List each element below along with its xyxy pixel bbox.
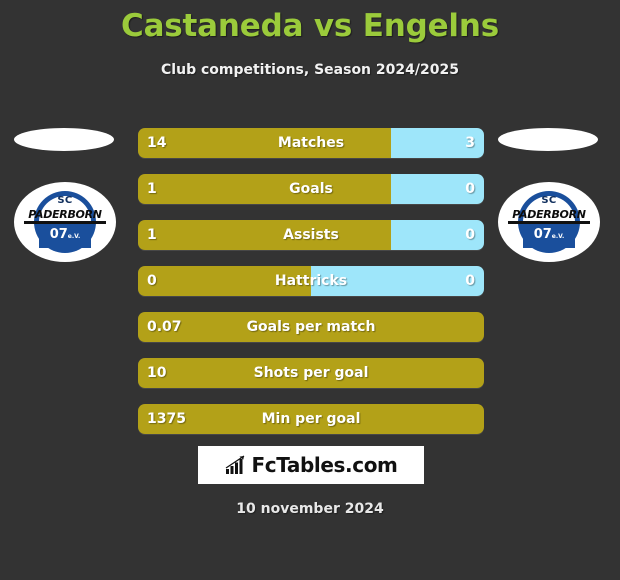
home-crest-year: 07e.V. (34, 227, 96, 242)
stat-row: 1 0 Assists (138, 220, 484, 250)
home-team-logo-column: SC PADERBORN 07e.V. (8, 125, 128, 265)
away-stat-value: 0 (465, 181, 475, 197)
fctables-brand-text: FcTables.com (251, 453, 398, 477)
stat-bars-list: 14 3 Matches 1 0 Goals 1 0 Assists 0 0 Hattricks 0.0… (138, 128, 484, 450)
away-crest-suffix: e.V. (551, 233, 565, 240)
generation-date: 10 november 2024 (236, 501, 384, 517)
home-stat-value: 0 (147, 273, 157, 289)
home-team-badge-placeholder-icon (14, 128, 114, 151)
home-stat-value: 1 (147, 227, 157, 243)
away-team-logo-column: SC PADERBORN 07e.V. (492, 125, 612, 265)
stat-label: Assists (283, 227, 339, 243)
home-stat-value: 1 (147, 181, 157, 197)
stat-row: 1 0 Goals (138, 174, 484, 204)
page-subtitle: Club competitions, Season 2024/2025 (161, 62, 459, 78)
home-stat-value: 1375 (147, 411, 186, 427)
stat-label: Goals per match (246, 319, 376, 335)
home-stat-value: 14 (147, 135, 167, 151)
away-stat-value: 3 (465, 135, 475, 151)
stat-comparison-page: Castaneda vs Engelns Club competitions, … (0, 0, 620, 580)
away-crest-sc-text: SC (541, 195, 557, 206)
home-crest-divider (24, 221, 106, 224)
stat-label: Min per goal (261, 411, 361, 427)
stat-label: Shots per goal (253, 365, 369, 381)
fctables-brand-logo[interactable]: FcTables.com (198, 446, 424, 484)
home-crest-suffix: e.V. (67, 233, 81, 240)
away-crest-year: 07e.V. (518, 227, 580, 242)
away-stat-value: 0 (465, 273, 475, 289)
away-stat-value: 0 (465, 227, 475, 243)
away-team-crest: SC PADERBORN 07e.V. (498, 182, 600, 262)
away-crest-year-text: 07 (533, 227, 552, 242)
stat-label: Matches (277, 135, 345, 151)
home-crest-sc-text: SC (57, 195, 73, 206)
page-title: Castaneda vs Engelns (121, 8, 499, 44)
away-crest-club-name: PADERBORN (512, 208, 586, 221)
home-stat-value: 0.07 (147, 319, 182, 335)
bar-chart-growth-icon (225, 455, 244, 474)
home-crest-year-text: 07 (49, 227, 68, 242)
away-team-badge-placeholder-icon (498, 128, 598, 151)
stat-row: 10 Shots per goal (138, 358, 484, 388)
away-crest-divider (508, 221, 590, 224)
home-crest-club-name: PADERBORN (28, 208, 102, 221)
home-stat-value: 10 (147, 365, 167, 381)
stat-row: 14 3 Matches (138, 128, 484, 158)
home-team-crest: SC PADERBORN 07e.V. (14, 182, 116, 262)
stat-row: 1375 Min per goal (138, 404, 484, 434)
away-crest-inner: SC PADERBORN 07e.V. (508, 191, 590, 253)
stat-row: 0 0 Hattricks (138, 266, 484, 296)
home-crest-inner: SC PADERBORN 07e.V. (24, 191, 106, 253)
stat-row: 0.07 Goals per match (138, 312, 484, 342)
stat-label: Hattricks (274, 273, 348, 289)
stat-label: Goals (289, 181, 333, 197)
